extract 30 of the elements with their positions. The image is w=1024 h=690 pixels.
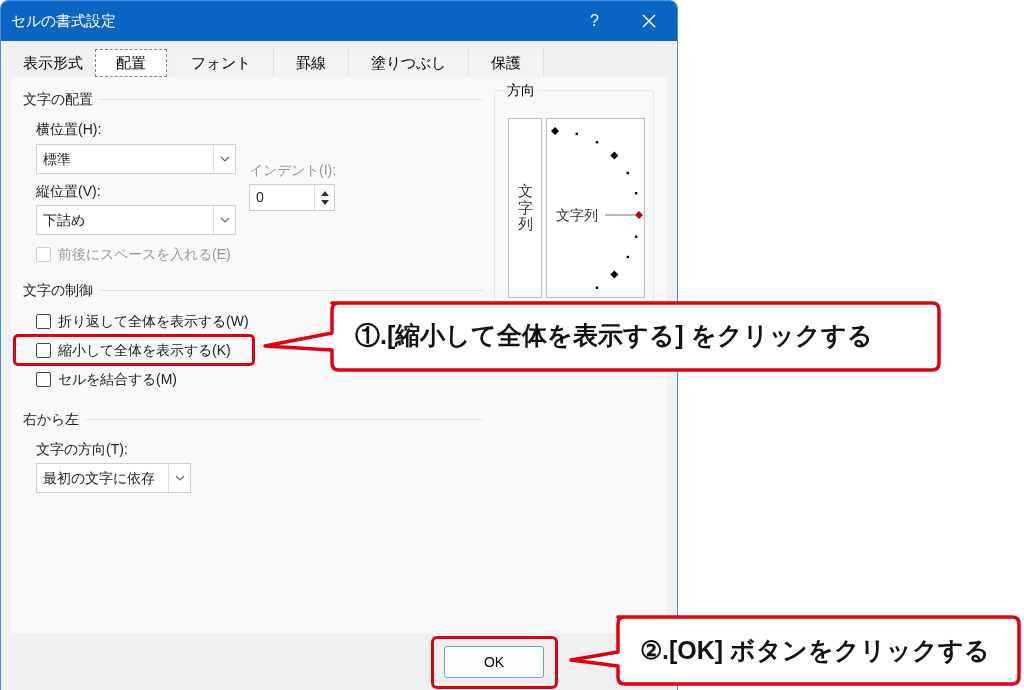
checkbox-label: セルを結合する(M) xyxy=(58,370,177,388)
vertical-text-box[interactable]: 文字列 xyxy=(508,118,542,298)
window-title: セルの書式設定 xyxy=(11,10,116,31)
close-icon[interactable] xyxy=(641,13,657,29)
text-direction-dropdown[interactable]: 最初の文字に依存 xyxy=(36,463,191,493)
callout-text: ①.[縮小して全体を表示する] をクリックする xyxy=(355,320,873,350)
tab[interactable]: 表示形式 xyxy=(13,49,93,77)
checkbox-label: 前後にスペースを入れる(E) xyxy=(58,245,231,263)
checkbox[interactable] xyxy=(36,371,51,387)
vertical-dropdown[interactable]: 下詰め xyxy=(36,205,236,235)
vertical-text: 文字列 xyxy=(517,183,533,233)
checkbox-label: 縮小して全体を表示する(K) xyxy=(58,341,231,359)
field-label: 縦位置(V): xyxy=(36,182,102,200)
group-label: 文字の配置 xyxy=(23,90,93,108)
horizontal-dropdown[interactable]: 標準 xyxy=(36,144,236,174)
ok-button[interactable]: OK xyxy=(444,646,544,678)
field-label: 文字の方向(T): xyxy=(36,440,129,458)
group-label: 右から左 xyxy=(23,410,79,428)
tab[interactable]: 配置 xyxy=(95,49,167,77)
help-button[interactable]: ? xyxy=(590,9,599,33)
orientation-dial[interactable]: 文字列 xyxy=(546,118,645,298)
field-label: 横位置(H): xyxy=(36,120,103,138)
checkbox-label: 折り返して全体を表示する(W) xyxy=(58,312,249,330)
checkbox[interactable] xyxy=(36,342,51,358)
checkbox[interactable] xyxy=(36,313,51,329)
dial-text: 文字列 xyxy=(556,206,598,224)
group-label: 文字の制御 xyxy=(23,281,93,299)
callout-text: ②.[OK] ボタンをクリックする xyxy=(640,635,991,665)
field-label: インデント(I): xyxy=(249,161,337,179)
group-label: 方向 xyxy=(505,81,537,99)
